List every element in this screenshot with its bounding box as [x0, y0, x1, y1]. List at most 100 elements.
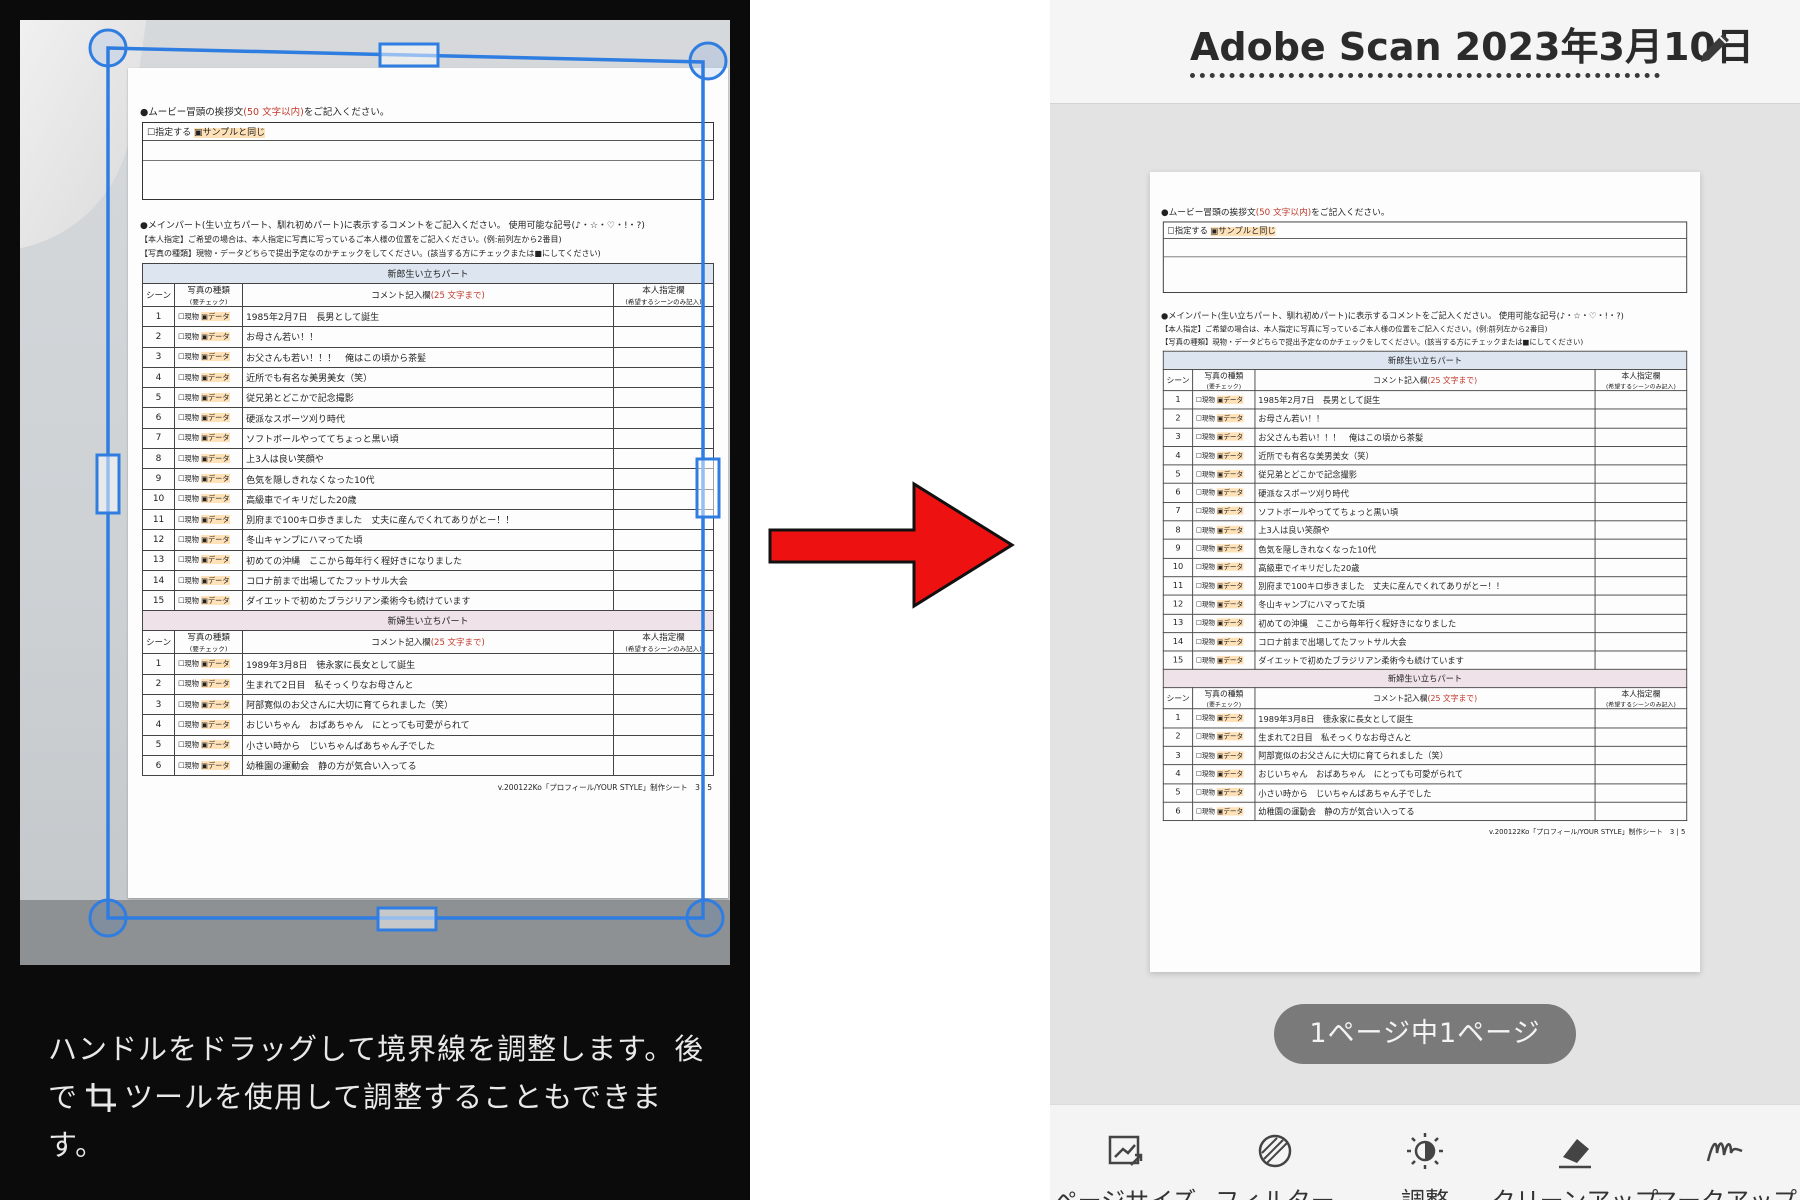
table-row: 12 ☐現物 ▣データ 冬山キャンプにハマってた頃 — [141, 529, 714, 551]
comment-cell: 1985年2月7日 長男として誕生 — [1254, 390, 1596, 410]
comment-cell: 高級車でイキリだした20歳 — [1254, 557, 1596, 578]
scene-number: 2 — [1162, 408, 1194, 429]
comment-cell: 1989年3月8日 徳永家に長女として誕生 — [242, 653, 614, 675]
comment-cell: 上3人は良い笑顔や — [242, 448, 614, 470]
column-header-row: シーン 写真の種類 (要チェック) コメント記入欄(25 文字まで) 本人指定欄 (希望す… — [1162, 687, 1688, 710]
table-row: 9 ☐現物 ▣データ 色気を隠しきれなくなった10代 — [1162, 539, 1688, 559]
photo-type: ☐現物 ▣データ — [1192, 594, 1256, 615]
pencil-icon[interactable] — [1695, 28, 1735, 68]
note-person: 【本人指定】ご希望の場合は、本人指定に写真に写っているご本人様の位置をご記入くだ… — [1161, 325, 1548, 334]
heading-text: ●ムービー冒頭の挨拶文 — [140, 107, 244, 118]
scene-number: 6 — [141, 407, 176, 429]
comment-cell: 生まれて2日目 私そっくりなお母さんと — [1254, 727, 1596, 747]
scene-number: 6 — [141, 754, 176, 777]
photo-type: ☐現物 ▣データ — [174, 468, 244, 490]
column-header-row: シーン 写真の種類 (要チェック) コメント記入欄(25 文字まで) 本人指定欄 (希望す… — [1162, 369, 1688, 392]
right-arrow-icon — [768, 481, 1015, 609]
photo-type: ☐現物 ▣データ — [174, 508, 244, 531]
comment-cell: 阿部寛似のお父さんに大切に育てられました（笑） — [242, 694, 614, 716]
comment-cell: 上3人は良い笑顔や — [1254, 520, 1596, 540]
photo-type: ☐現物 ▣データ — [1192, 650, 1256, 671]
bottom-toolbar: ページサイズ フィルター 調整 クリーンアップ — [1050, 1104, 1800, 1200]
note-cell — [613, 529, 714, 551]
scene-number: 9 — [1162, 539, 1194, 559]
heading-tail: をご記入ください。 — [303, 107, 390, 118]
table-row: 3 ☐現物 ▣データ 阿部寛似のお父さんに大切に育てられました（笑） — [141, 694, 714, 716]
tool-adjust[interactable]: 調整 — [1350, 1105, 1500, 1200]
scene-number: 4 — [1162, 445, 1194, 466]
scene-number: 5 — [141, 734, 176, 756]
comment-cell: ダイエットで初めたブラジリアン柔術今も続けています — [242, 590, 614, 612]
col-note: 本人指定欄 (希望するシーンのみ記入) — [613, 630, 714, 655]
greeting-options: ☐指定する ▣サンプルと同じ — [143, 123, 713, 141]
note-cell — [613, 734, 714, 756]
column-header-row: シーン 写真の種類 (要チェック) コメント記入欄(25 文字まで) 本人指定欄 (希望す… — [141, 630, 714, 655]
scene-number: 7 — [141, 427, 176, 450]
table-row: 13 ☐現物 ▣データ 初めての沖縄 ここから毎年行く程好きになりました — [141, 549, 714, 571]
scene-number: 6 — [1162, 801, 1194, 822]
tool-label: マークアップ — [1630, 1181, 1800, 1200]
resize-icon — [1108, 1135, 1143, 1166]
comment-cell: ソフトボールやっててちょっと黒い頃 — [242, 427, 614, 450]
section-title: 新郎生い立ちパート — [1162, 350, 1688, 371]
scanned-document-photo: ●ムービー冒頭の挨拶文(50 文字以内)をご記入ください。 ☐指定する ▣サンプル… — [128, 68, 728, 898]
table-row: 6 ☐現物 ▣データ 硬派なスポーツ刈り時代 — [1162, 483, 1688, 503]
comment-cell: ダイエットで初めたブラジリアン柔術今も続けています — [1254, 650, 1596, 671]
photo-type: ☐現物 ▣データ — [1192, 501, 1256, 522]
table-row: 3 ☐現物 ▣データ お父さんも若い！！！ 俺はこの頃から茶髪 — [1162, 427, 1688, 447]
photo-type: ☐現物 ▣データ — [1192, 745, 1256, 766]
photo-type: ☐現物 ▣データ — [174, 305, 244, 328]
note-cell — [613, 754, 714, 777]
scene-number: 8 — [141, 448, 176, 470]
char-limit: (50 文字以内) — [243, 107, 304, 118]
note-cell — [613, 488, 714, 510]
table-row: 5 ☐現物 ▣データ 小さい時から じいちゃんばあちゃん子でした — [1162, 783, 1688, 803]
note-cell — [1594, 445, 1688, 466]
note-cell — [613, 673, 714, 696]
note-cell — [613, 407, 714, 429]
scanned-page-preview[interactable]: ●ムービー冒頭の挨拶文(50 文字以内)をご記入ください。 ☐指定する ▣サンプル… — [1150, 172, 1700, 972]
section-header: 新郎生い立ちパート — [1162, 350, 1688, 371]
photo-type: ☐現物 ▣データ — [1192, 632, 1256, 652]
photo-type: ☐現物 ▣データ — [1192, 408, 1256, 429]
header-bar: Adobe Scan 2023年3月10日 — [1050, 0, 1800, 104]
tool-filter[interactable]: フィルター — [1200, 1105, 1350, 1200]
photo-type: ☐現物 ▣データ — [174, 754, 244, 777]
comment-cell: 別府まで100キロ歩きました 丈夫に産んでくれてありがとー！！ — [242, 508, 614, 531]
option-same: ▣サンプルと同じ — [193, 128, 266, 138]
scene-number: 11 — [141, 508, 176, 531]
table-row: 14 ☐現物 ▣データ コロナ前まで出場してたフットサル大会 — [1162, 632, 1688, 652]
photo-type: ☐現物 ▣データ — [174, 673, 244, 696]
scan-title[interactable]: Adobe Scan 2023年3月10日 — [1190, 22, 1754, 78]
section-title: 新婦生い立ちパート — [142, 610, 714, 632]
col-type: 写真の種類 (要チェック) — [1192, 369, 1256, 392]
tool-cleanup[interactable]: クリーンアップ — [1492, 1105, 1658, 1200]
tool-page-size[interactable]: ページサイズ — [1050, 1105, 1200, 1200]
comment-cell: おじいちゃん おばあちゃん にとっても可愛がられて — [242, 714, 614, 736]
photo-type: ☐現物 ▣データ — [174, 488, 244, 510]
comment-cell: 冬山キャンプにハマってた頃 — [242, 529, 614, 551]
note-cell — [613, 387, 714, 409]
photo-type: ☐現物 ▣データ — [174, 448, 244, 470]
scene-number: 1 — [141, 305, 176, 328]
photo-type: ☐現物 ▣データ — [174, 407, 244, 429]
col-note: 本人指定欄 (希望するシーンのみ記入) — [613, 283, 714, 307]
note-photo-type: 【写真の種類】現物・データどちらで提出予定なのかチェックをしてください。(該当す… — [140, 249, 601, 258]
comment-cell: 小さい時から じいちゃんばあちゃん子でした — [242, 734, 614, 756]
scene-number: 1 — [141, 653, 176, 675]
scene-number: 12 — [141, 529, 176, 551]
tool-markup[interactable]: マークアップ — [1650, 1105, 1800, 1200]
photo-type: ☐現物 ▣データ — [174, 653, 244, 675]
note-cell — [1594, 783, 1688, 803]
col-note: 本人指定欄 (希望するシーンのみ記入) — [1594, 687, 1688, 710]
section-header: 新郎生い立ちパート — [142, 263, 714, 284]
col-scene: シーン — [141, 630, 176, 655]
table-row: 1 ☐現物 ▣データ 1989年3月8日 徳永家に長女として誕生 — [141, 653, 714, 675]
note-cell — [613, 508, 714, 531]
note-cell — [613, 427, 714, 450]
table-edge — [20, 900, 730, 965]
photo-type: ☐現物 ▣データ — [1192, 557, 1256, 578]
col-type: 写真の種類 (要チェック) — [174, 630, 244, 655]
section-header: 新婦生い立ちパート — [142, 610, 714, 632]
note-cell — [1594, 764, 1688, 785]
